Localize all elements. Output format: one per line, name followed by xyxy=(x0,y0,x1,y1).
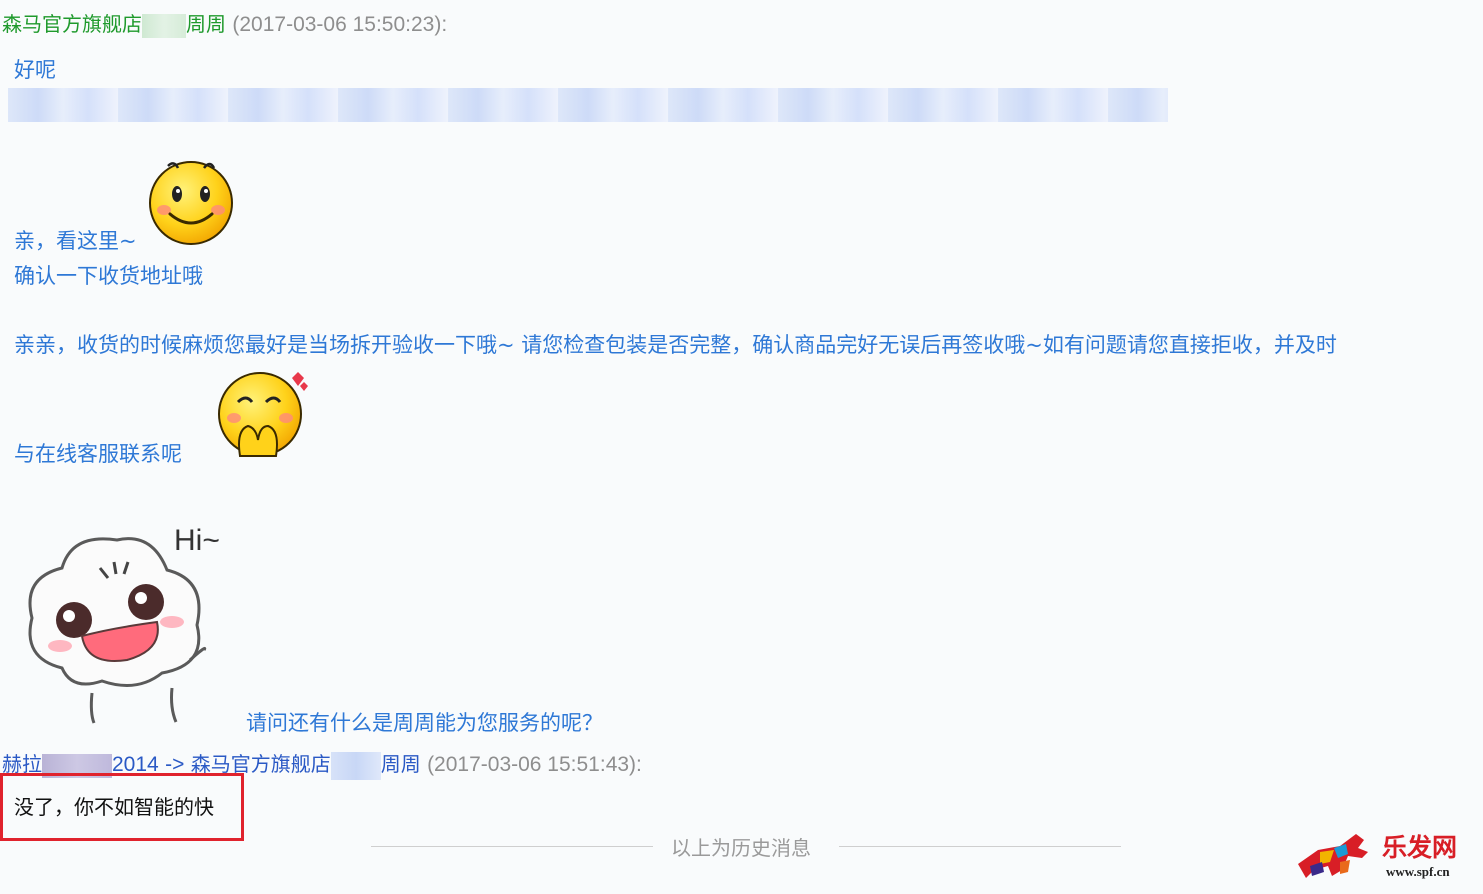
smiley-icon xyxy=(149,161,233,245)
redacted-name xyxy=(330,751,381,780)
redacted-address-line xyxy=(8,88,1168,122)
divider-line-right xyxy=(839,846,1121,847)
divider-line-left xyxy=(371,846,653,847)
cloud-hi-sticker: Hi~ xyxy=(28,524,220,724)
watermark-url: www.spf.cn xyxy=(1386,864,1450,879)
watermark-brand: 乐发网 xyxy=(1382,833,1458,862)
sender-name-suffix: 周周 xyxy=(186,12,226,36)
message-line-confirm-address: 确认一下收货地址哦 xyxy=(14,264,203,288)
shy-smiley-icon xyxy=(218,372,308,457)
sticker-text: Hi~ xyxy=(174,524,220,557)
watermark-logo: 乐发网 www.spf.cn xyxy=(1290,826,1480,888)
sender-name: 森马官方旗舰店 xyxy=(2,12,142,36)
history-label: 以上为历史消息 xyxy=(671,836,811,860)
redacted-name xyxy=(142,13,186,38)
message-line-anything-else: 请问还有什么是周周能为您服务的呢？ xyxy=(246,711,603,735)
buyer-message: 没了，你不如智能的快 xyxy=(14,795,214,819)
message-timestamp: (2017-03-06 15:51:43): xyxy=(427,753,642,776)
message-line-inspect-notice: 亲亲，收货的时候麻烦您最好是当场拆开验收一下哦~ 请您检查包装是否完整，确认商品… xyxy=(14,333,1337,357)
message-header-seller: 森马官方旗舰店 周周 (2017-03-06 15:50:23): xyxy=(2,8,447,38)
bull-logo-icon xyxy=(1298,834,1368,878)
message-timestamp: (2017-03-06 15:50:23): xyxy=(232,13,448,36)
recipient-name-suffix: 周周 xyxy=(380,752,421,776)
message-line-contact: 与在线客服联系呢 xyxy=(14,442,182,466)
message-line-ok: 好呢 xyxy=(14,58,56,82)
history-divider: 以上为历史消息 xyxy=(371,832,1121,862)
message-line-look-here: 亲，看这里~ xyxy=(14,229,137,253)
